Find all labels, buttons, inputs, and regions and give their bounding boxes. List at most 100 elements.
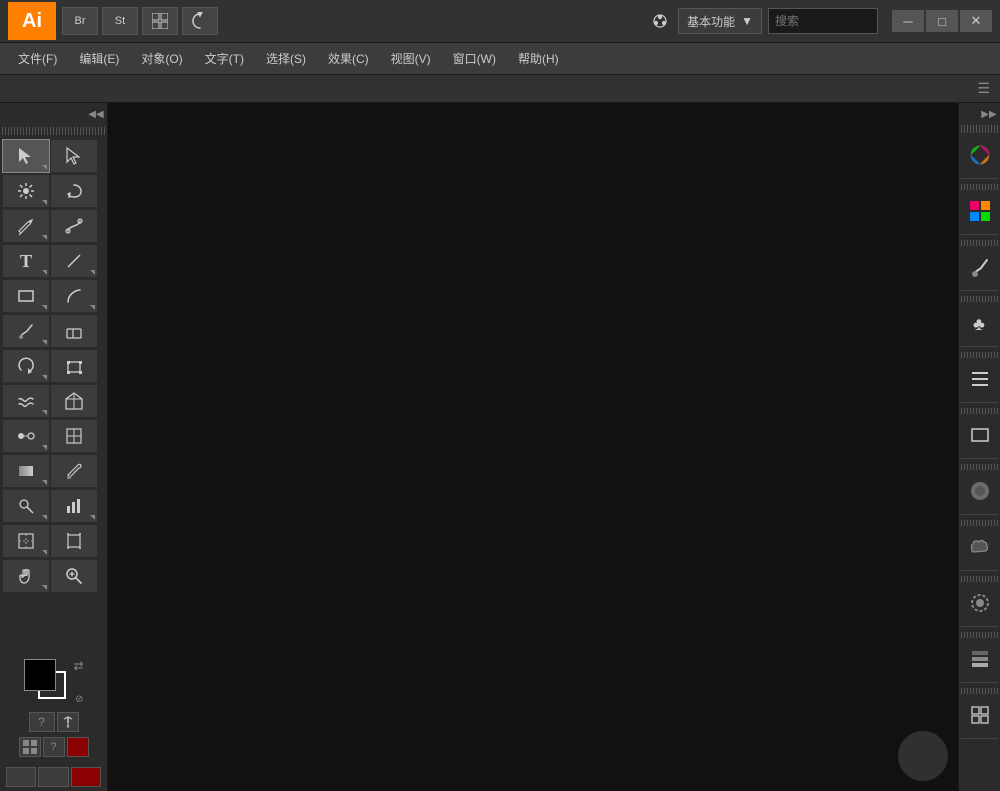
- minimize-button[interactable]: ─: [892, 10, 924, 32]
- menu-effect[interactable]: 效果(C): [318, 45, 379, 73]
- unknown-tool-btn[interactable]: ?: [29, 712, 55, 732]
- menu-window[interactable]: 窗口(W): [443, 45, 506, 73]
- menu-select[interactable]: 选择(S): [256, 45, 316, 73]
- panel-sep-7: [961, 520, 998, 526]
- menubar: 文件(F) 编辑(E) 对象(O) 文字(T) 选择(S) 效果(C) 视图(V…: [0, 43, 1000, 75]
- none-icon[interactable]: ⊘: [75, 694, 83, 705]
- pathfinder-panel-button[interactable]: [962, 473, 998, 509]
- tool-row-hand: [2, 559, 105, 593]
- mesh-tool[interactable]: [50, 419, 98, 453]
- right-grip: [961, 125, 998, 133]
- measure-tool[interactable]: [2, 489, 50, 523]
- direct-select-tool[interactable]: [50, 139, 98, 173]
- rotate-view-button[interactable]: [182, 7, 218, 35]
- tool-row-shape: [2, 279, 105, 313]
- eyedropper-tool[interactable]: [50, 454, 98, 488]
- tool-row-brush: [2, 314, 105, 348]
- free-transform-tool[interactable]: [50, 349, 98, 383]
- chart-tool[interactable]: [50, 489, 98, 523]
- menu-view[interactable]: 视图(V): [381, 45, 441, 73]
- close-button[interactable]: ✕: [960, 10, 992, 32]
- align-panel-button[interactable]: [962, 361, 998, 397]
- main-area: ◀◀: [0, 103, 1000, 791]
- panel-group-layers: [961, 641, 998, 683]
- cloud-panel-button[interactable]: [962, 529, 998, 565]
- panel-sep-8: [961, 576, 998, 582]
- paintbrush-tool[interactable]: [2, 314, 50, 348]
- type-tool[interactable]: T: [2, 244, 50, 278]
- panel-group-artboards: [961, 697, 998, 739]
- eraser-tool[interactable]: [50, 314, 98, 348]
- collapse-toolbar-button[interactable]: ◀◀: [87, 105, 105, 123]
- perspective-grid-tool[interactable]: [50, 384, 98, 418]
- panel-sep-4: [961, 352, 998, 358]
- tool-row-slice: [2, 524, 105, 558]
- lasso-tool[interactable]: [50, 174, 98, 208]
- restore-button[interactable]: □: [926, 10, 958, 32]
- zoom-tool[interactable]: [50, 559, 98, 593]
- swatches-panel-button[interactable]: [962, 193, 998, 229]
- curvature-tool[interactable]: [50, 209, 98, 243]
- panel-group-transform: [961, 417, 998, 459]
- panel-sep-5: [961, 408, 998, 414]
- panel-sep-10: [961, 688, 998, 694]
- svg-text:♣: ♣: [973, 314, 985, 334]
- mode-btn-3[interactable]: [71, 767, 101, 787]
- artboards-panel-button[interactable]: [962, 697, 998, 733]
- panel-group-align: [961, 361, 998, 403]
- tool-row-gradient: [2, 454, 105, 488]
- menu-object[interactable]: 对象(O): [131, 45, 192, 73]
- tool-row-blend: [2, 419, 105, 453]
- art-icon: [652, 13, 668, 29]
- tool-row-magic: [2, 174, 105, 208]
- panel-sep-1: [961, 184, 998, 190]
- quick-actions-icon[interactable]: [19, 737, 41, 757]
- tool-row-rotate: [2, 349, 105, 383]
- arrange-button[interactable]: [142, 7, 178, 35]
- panel-sep-9: [961, 632, 998, 638]
- transform-panel-button[interactable]: [962, 417, 998, 453]
- rect-tool[interactable]: [2, 279, 50, 313]
- select-tool[interactable]: [2, 139, 50, 173]
- titlebar: Ai Br St 基本功能 ▼: [0, 0, 1000, 43]
- slice-tool[interactable]: [2, 524, 50, 558]
- rotate-tool[interactable]: [2, 349, 50, 383]
- stock-button[interactable]: St: [102, 7, 138, 35]
- panel-options-icon[interactable]: ☰: [977, 80, 990, 97]
- magic-wand-tool[interactable]: [2, 174, 50, 208]
- gradient-tool[interactable]: [2, 454, 50, 488]
- pen-tool[interactable]: [2, 209, 50, 243]
- tool-row-pen: [2, 209, 105, 243]
- panel-group-color: [961, 137, 998, 179]
- mode-btn-1[interactable]: [6, 767, 36, 787]
- menu-file[interactable]: 文件(F): [8, 45, 67, 73]
- right-panel: ▶▶: [958, 103, 1000, 791]
- extra-tool-1[interactable]: [57, 712, 79, 732]
- hand-tool[interactable]: [2, 559, 50, 593]
- artboard-tool[interactable]: [50, 524, 98, 558]
- color-panel-button[interactable]: [962, 137, 998, 173]
- tool-row-measure: [2, 489, 105, 523]
- blend-tool[interactable]: [2, 419, 50, 453]
- layers-panel-button[interactable]: [962, 641, 998, 677]
- panel-group-brushes: [961, 249, 998, 291]
- bridge-button[interactable]: Br: [62, 7, 98, 35]
- collapse-right-panel-button[interactable]: ▶▶: [980, 105, 998, 123]
- graphic-styles-panel-button[interactable]: [962, 585, 998, 621]
- tool-extra-2[interactable]: ?: [43, 737, 65, 757]
- mode-btn-2[interactable]: [38, 767, 68, 787]
- swap-colors-icon[interactable]: ⇄: [73, 659, 83, 673]
- toolbar-grip: [2, 127, 105, 135]
- brushes-panel-button[interactable]: [962, 249, 998, 285]
- workspace-selector[interactable]: 基本功能 ▼: [678, 8, 762, 34]
- warp-tool[interactable]: [2, 384, 50, 418]
- menu-edit[interactable]: 编辑(E): [69, 45, 129, 73]
- search-input[interactable]: [768, 8, 878, 34]
- menu-type[interactable]: 文字(T): [195, 45, 254, 73]
- symbols-panel-button[interactable]: ♣: [962, 305, 998, 341]
- menu-help[interactable]: 帮助(H): [508, 45, 569, 73]
- arc-tool[interactable]: [50, 279, 98, 313]
- line-tool[interactable]: [50, 244, 98, 278]
- fill-color-swatch[interactable]: [24, 659, 56, 691]
- tool-mode-color[interactable]: [67, 737, 89, 757]
